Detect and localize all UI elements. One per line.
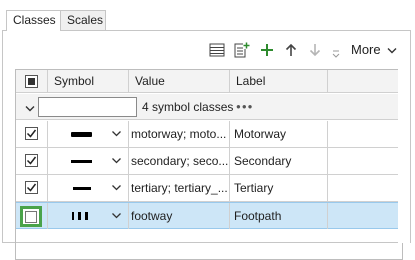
table-row[interactable]: tertiary; tertiary_... Tertiary (16, 175, 402, 202)
row-visibility-checkbox[interactable] (25, 127, 38, 140)
collapse-chevron-icon[interactable] (25, 102, 35, 116)
tab-scales[interactable]: Scales (60, 10, 106, 30)
symbol-swatch[interactable] (48, 121, 129, 147)
symbol-classes-grid: Symbol Value Label 4 symbol classes ●●● (15, 69, 403, 260)
row-check-cell (16, 203, 48, 229)
group-heading-input[interactable] (38, 97, 137, 117)
grid-header: Symbol Value Label (16, 70, 402, 93)
more-small-icon[interactable] (327, 43, 345, 61)
add-class-icon[interactable] (258, 41, 276, 59)
chevron-down-icon[interactable] (112, 175, 121, 201)
move-down-icon[interactable] (306, 41, 324, 59)
symbol-swatch[interactable] (48, 148, 129, 174)
line-symbol-medium (71, 160, 92, 163)
row-check-cell (16, 148, 48, 174)
value-cell[interactable]: secondary; seco... (129, 148, 230, 174)
line-symbol-medium-short (73, 187, 91, 190)
group-row: 4 symbol classes ●●● (16, 94, 402, 120)
row-visibility-checkbox[interactable] (25, 154, 38, 167)
row-visibility-checkbox[interactable] (20, 206, 42, 227)
vertical-scrollbar[interactable] (398, 65, 410, 243)
table-row[interactable]: secondary; seco... Secondary (16, 148, 402, 175)
group-options-icon[interactable]: ●●● (236, 94, 254, 120)
chevron-down-icon[interactable] (112, 203, 121, 229)
more-button-label: More (351, 42, 381, 57)
select-all-checkbox[interactable] (25, 75, 38, 88)
row-check-cell (16, 121, 48, 147)
empty-cell (328, 148, 402, 174)
header-value[interactable]: Value (129, 70, 230, 93)
table-row[interactable]: motorway; moto... Motorway (16, 121, 402, 148)
chevron-down-icon[interactable] (112, 148, 121, 174)
value-cell[interactable]: footway (129, 203, 230, 229)
row-visibility-checkbox[interactable] (25, 181, 38, 194)
list-view-icon[interactable] (208, 41, 226, 59)
empty-cell (328, 203, 402, 229)
line-symbol-dashed (72, 212, 88, 220)
tab-classes[interactable]: Classes (6, 10, 61, 31)
row-check-cell (16, 175, 48, 201)
toolbar: More (3, 31, 410, 65)
symbol-swatch[interactable] (48, 203, 129, 229)
value-cell[interactable]: motorway; moto... (129, 121, 230, 147)
label-cell[interactable]: Secondary (230, 148, 328, 174)
value-cell[interactable]: tertiary; tertiary_... (129, 175, 230, 201)
empty-cell (328, 175, 402, 201)
line-symbol-thick (71, 132, 92, 137)
header-symbol[interactable]: Symbol (48, 70, 129, 93)
checkbox-unchecked (25, 211, 37, 223)
header-select-all (16, 70, 48, 93)
symbol-swatch[interactable] (48, 175, 129, 201)
symbol-class-count: 4 symbol classes (142, 100, 234, 114)
header-label[interactable]: Label (230, 70, 328, 93)
chevron-down-icon[interactable] (112, 121, 121, 147)
empty-cell (328, 121, 402, 147)
classes-panel: More Symbol Value Label 4 symbol classes… (2, 30, 411, 260)
table-row-selected[interactable]: footway Footpath (16, 202, 402, 229)
label-cell[interactable]: Tertiary (230, 175, 328, 201)
chevron-down-icon (387, 41, 397, 59)
add-from-values-icon[interactable] (233, 41, 251, 59)
label-cell[interactable]: Motorway (230, 121, 328, 147)
tab-strip: Classes Scales (0, 0, 415, 31)
more-button[interactable]: More (351, 41, 397, 59)
header-empty (328, 70, 402, 93)
move-up-icon[interactable] (282, 41, 300, 59)
label-cell[interactable]: Footpath (230, 203, 328, 229)
